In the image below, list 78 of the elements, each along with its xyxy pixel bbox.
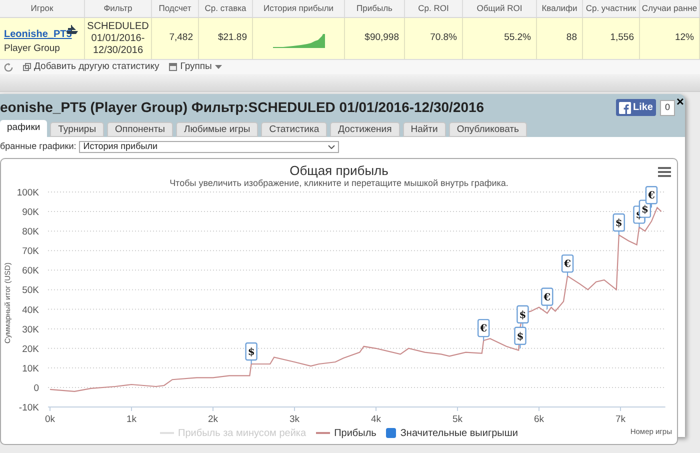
column-header[interactable]: Ср. участник bbox=[583, 0, 640, 17]
x-tick-label: 5k bbox=[452, 414, 463, 425]
x-tick-label: 0k bbox=[44, 414, 56, 425]
player-link[interactable]: Leonishe_PT5 bbox=[4, 26, 84, 42]
column-header[interactable]: Подсчет bbox=[152, 0, 199, 17]
legend-item[interactable]: Значительные выигрыши bbox=[386, 426, 518, 440]
sparkline bbox=[272, 34, 324, 48]
windows-icon bbox=[23, 63, 31, 71]
column-header[interactable]: Игрок bbox=[0, 0, 85, 17]
table-cell: 1,556 bbox=[583, 18, 640, 59]
facebook-icon bbox=[618, 102, 631, 114]
legend-item[interactable]: Прибыль bbox=[316, 426, 376, 440]
tab[interactable]: Статистика bbox=[261, 122, 328, 137]
table-cell: $90,998 bbox=[345, 18, 405, 59]
annotation: $ bbox=[615, 218, 622, 229]
column-header[interactable]: Ср. ставка bbox=[199, 0, 253, 17]
annotation: $ bbox=[516, 331, 524, 342]
groups-button[interactable]: Группы bbox=[169, 60, 222, 74]
player-group: Player Group bbox=[4, 42, 84, 56]
tab[interactable]: рафики bbox=[0, 120, 48, 137]
y-tick-label: 0 bbox=[34, 382, 39, 394]
x-tick-label: 1k bbox=[126, 414, 137, 425]
y-tick-label: 90K bbox=[22, 207, 39, 218]
annotation: $ bbox=[519, 310, 526, 321]
tab[interactable]: Найти bbox=[402, 122, 446, 137]
column-header[interactable]: Фильтр bbox=[85, 0, 152, 17]
column-header[interactable]: Ср. ROI bbox=[405, 0, 463, 17]
tab[interactable]: Оппоненты bbox=[107, 122, 173, 137]
menu-button[interactable] bbox=[658, 167, 671, 177]
close-button[interactable]: × bbox=[676, 95, 684, 108]
table-cell: 7,482 bbox=[152, 18, 199, 59]
y-tick-label: 20K bbox=[22, 344, 39, 355]
annotation: € bbox=[542, 292, 551, 304]
annotation: $ bbox=[248, 347, 255, 358]
annotation: € bbox=[563, 259, 572, 270]
y-tick-label: 70K bbox=[22, 246, 39, 258]
like-button[interactable]: Like bbox=[616, 99, 656, 116]
table-icon bbox=[169, 63, 178, 71]
column-header[interactable]: Случаи ранне bbox=[640, 0, 700, 17]
x-tick-label: 7k bbox=[615, 414, 626, 425]
table-cell: SCHEDULED 01/01/2016-12/30/2016 bbox=[85, 18, 152, 59]
refresh-icon[interactable] bbox=[4, 62, 13, 72]
column-header[interactable]: Общий ROI bbox=[463, 0, 537, 17]
x-tick-label: 4k bbox=[370, 414, 382, 425]
x-tick-label: 6k bbox=[534, 414, 544, 425]
annotation: € bbox=[646, 190, 655, 202]
chart-select[interactable]: История прибыли bbox=[79, 141, 340, 153]
tab[interactable]: Достижения bbox=[330, 122, 400, 137]
y-tick-label: 80K bbox=[22, 226, 39, 238]
caret-icon bbox=[214, 64, 222, 70]
column-header[interactable]: Прибыль bbox=[345, 0, 405, 17]
chart-subtitle: Чтобы увеличить изображение, кликните и перетащите мышкой внутрь графика. bbox=[170, 178, 508, 189]
table-cell: 55.2% bbox=[463, 18, 537, 59]
y-tick-label: 50K bbox=[22, 285, 39, 296]
table-cell: 88 bbox=[537, 18, 583, 59]
y-tick-label: 60K bbox=[22, 266, 39, 277]
table-cell: 12% bbox=[640, 18, 700, 59]
field-label: бранные графики: bbox=[0, 140, 76, 154]
tab[interactable]: Турниры bbox=[50, 122, 104, 137]
like-count: 0 bbox=[660, 100, 675, 116]
table-cell: 70.8% bbox=[405, 18, 463, 59]
table-cell: $21.89 bbox=[199, 18, 253, 59]
chart-title: Общая прибыль bbox=[290, 163, 388, 178]
tab[interactable]: Опубликовать bbox=[448, 122, 527, 137]
y-tick-label: 100K bbox=[16, 188, 39, 198]
dialog-title: eonishe_PT5 (Player Group) Фильтр:SCHEDULED 01/01/2016-12/30/2016 bbox=[0, 98, 486, 117]
y-tick-label: 10K bbox=[22, 363, 39, 374]
tab[interactable]: Любимые игры bbox=[176, 122, 258, 137]
x-tick-label: 2k bbox=[208, 414, 218, 425]
y-tick-label: 40K bbox=[22, 304, 39, 316]
caret-icon bbox=[328, 145, 336, 149]
x-tick-label: 3k bbox=[289, 414, 300, 425]
annotation: € bbox=[479, 324, 488, 335]
column-header[interactable]: История прибыли bbox=[253, 0, 345, 17]
add-statistic-button[interactable]: Добавить другую статистику bbox=[23, 60, 160, 74]
y-tick-label: 30K bbox=[22, 324, 39, 336]
column-header[interactable]: Квалифи bbox=[537, 0, 583, 17]
y-tick-label: -10K bbox=[18, 402, 39, 414]
